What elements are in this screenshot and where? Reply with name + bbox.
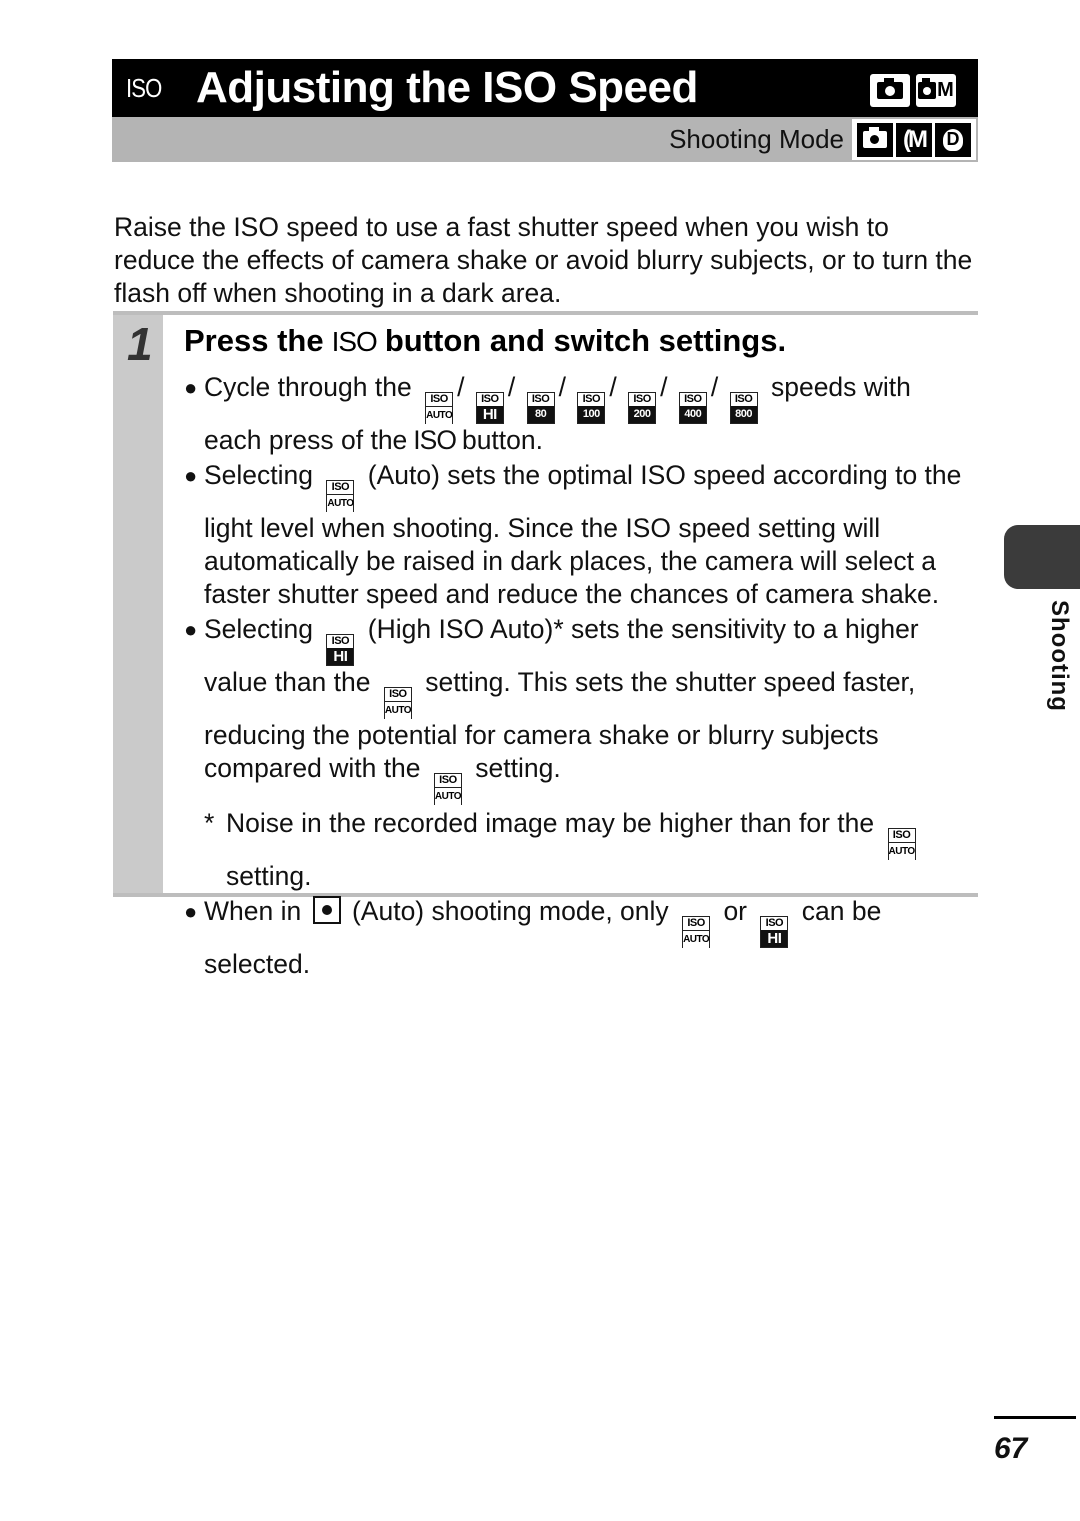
iso-800-icon: ISO 800 [729,392,758,424]
page-title: Adjusting the ISO Speed [196,63,698,112]
iso-symbol: ISO [126,73,162,103]
chapter-tab [1004,525,1080,589]
page-number: 67 [994,1432,1028,1465]
iso-80-icon: ISO 80 [526,392,555,424]
iso-100-icon: ISO 100 [577,392,606,424]
iso-400-icon: ISO 400 [678,392,707,424]
intro-paragraph: Raise the ISO speed to use a fast shutte… [114,211,973,308]
step-body: Cycle through the ISOAUTO/ ISOHI/ ISO80/… [184,371,974,983]
iso-hi-icon: ISO HI [475,392,504,424]
iso-auto-icon: ISO AUTO [383,687,412,719]
iso-button-symbol: ISO [331,326,378,357]
bullet-auto: Selecting ISOAUTO (Auto) sets the optima… [184,459,974,611]
iso-200-icon: ISO 200 [628,392,657,424]
iso-auto-icon: ISO AUTO [682,916,711,948]
step-number: 1 [127,318,153,370]
iso-auto-icon: ISO AUTO [433,773,462,805]
shooting-mode-icons: (M D [852,119,976,160]
auto-mode-icon [870,74,910,107]
iso-auto-icon: ISO AUTO [425,392,454,424]
step-title: Press the ISO button and switch settings. [184,323,787,358]
auto-mode-icon [857,122,893,157]
page-number-rule [994,1416,1076,1419]
chapter-tab-label: Shooting [1046,600,1073,712]
bullet-high-iso-auto: Selecting ISOHI (High ISO Auto)* sets th… [184,613,974,805]
iso-button-symbol: ISO [413,425,457,455]
camera-m-mode-icon: (M [896,122,932,157]
step-number-column: 1 [113,315,163,893]
shooting-mode-label: Shooting Mode [669,124,844,154]
auto-mode-icon [312,896,341,924]
footnote-noise: * Noise in the recorded image may be hig… [204,808,916,891]
iso-auto-icon: ISO AUTO [326,480,355,512]
section-title-bar: ISO Adjusting the ISO Speed M [112,59,978,117]
iso-auto-icon: ISO AUTO [887,828,916,860]
digital-macro-mode-icon: D [935,122,971,157]
bullet-cycle: Cycle through the ISOAUTO/ ISOHI/ ISO80/… [184,371,974,457]
shooting-mode-bar: Shooting Mode (M D [112,117,978,162]
step-1-box: 1 Press the ISO button and switch settings… [113,311,978,979]
bullet-auto-mode: When in (Auto) shooting mode, only ISOAU… [184,895,974,981]
title-mode-icons: M [870,74,956,107]
iso-hi-icon: ISO HI [760,916,789,948]
iso-hi-icon: ISO HI [326,634,355,666]
manual-mode-icon: M [916,74,956,107]
